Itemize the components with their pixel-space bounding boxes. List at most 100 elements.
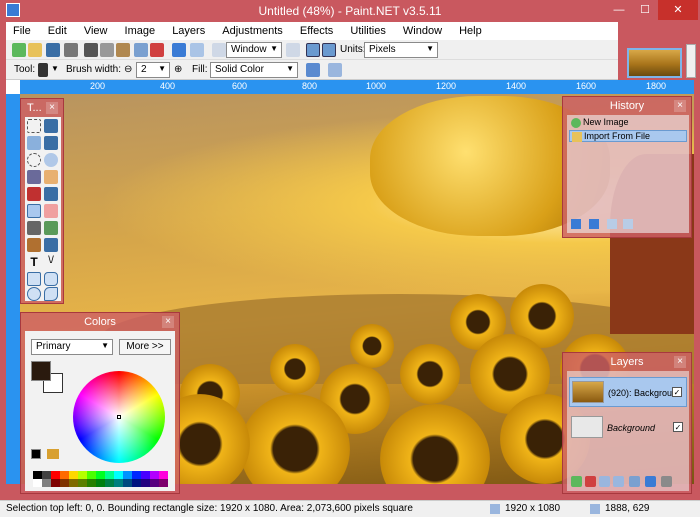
palette-icon[interactable] (47, 449, 59, 459)
rectangle-select-icon[interactable] (27, 119, 41, 133)
palette-swatch[interactable] (78, 471, 87, 479)
palette-swatch[interactable] (150, 479, 159, 487)
menu-layers[interactable]: Layers (165, 22, 212, 37)
palette-swatch[interactable] (69, 479, 78, 487)
eraser-icon[interactable] (44, 204, 58, 218)
palette-swatch[interactable] (42, 479, 51, 487)
line-curve-icon[interactable]: \/ (44, 255, 58, 269)
palette-swatch[interactable] (159, 479, 168, 487)
thumbnail-scrollbar[interactable] (686, 44, 696, 78)
clone-stamp-icon[interactable] (27, 238, 41, 252)
menu-utilities[interactable]: Utilities (343, 22, 392, 37)
delete-layer-icon[interactable] (585, 476, 596, 487)
magic-wand-icon[interactable] (27, 170, 41, 184)
deselect-icon[interactable] (150, 43, 164, 57)
palette-swatch[interactable] (60, 479, 69, 487)
close-icon[interactable]: × (46, 102, 58, 114)
minimize-button[interactable]: — (606, 0, 632, 20)
rulers-icon[interactable] (322, 43, 336, 57)
palette-swatch[interactable] (114, 479, 123, 487)
palette-swatch[interactable] (141, 471, 150, 479)
save-icon[interactable] (46, 43, 60, 57)
layer-visibility-checkbox[interactable]: ✓ (672, 387, 682, 397)
layer-visibility-checkbox[interactable]: ✓ (673, 422, 683, 432)
palette-swatch[interactable] (78, 479, 87, 487)
close-icon[interactable]: × (674, 100, 686, 112)
freeform-shape-icon[interactable] (44, 287, 58, 301)
more-button[interactable]: More >> (119, 339, 171, 355)
close-icon[interactable]: × (162, 316, 174, 328)
palette-swatch[interactable] (105, 479, 114, 487)
grid-icon[interactable] (306, 43, 320, 57)
palette-swatch[interactable] (159, 471, 168, 479)
move-icon[interactable] (44, 119, 58, 133)
palette-swatch[interactable] (123, 479, 132, 487)
menu-window[interactable]: Window (396, 22, 449, 37)
layer-down-icon[interactable] (645, 476, 656, 487)
palette-swatch[interactable] (96, 471, 105, 479)
palette-swatch[interactable] (150, 471, 159, 479)
zoom-mode-select[interactable]: Window ▼ (226, 42, 282, 58)
paint-bucket-icon[interactable] (27, 187, 41, 201)
palette-swatch[interactable] (141, 479, 150, 487)
text-icon[interactable]: T (27, 255, 41, 269)
rectangle-icon[interactable] (27, 272, 41, 286)
color-wheel-cursor[interactable] (117, 415, 121, 419)
rewind-icon[interactable] (571, 219, 581, 229)
color-wheel[interactable] (73, 371, 165, 463)
cut-icon[interactable] (84, 43, 98, 57)
redo-icon[interactable] (607, 219, 617, 229)
palette-swatch[interactable] (132, 471, 141, 479)
zoom-out-icon[interactable] (212, 43, 226, 57)
add-layer-icon[interactable] (571, 476, 582, 487)
layer-row[interactable]: Background ✓ (569, 413, 687, 443)
layer-up-icon[interactable] (629, 476, 640, 487)
paintbrush-icon[interactable] (38, 63, 48, 77)
menu-edit[interactable]: Edit (41, 22, 74, 37)
palette-swatch[interactable] (51, 471, 60, 479)
palette-swatch[interactable] (60, 471, 69, 479)
move-selection-icon[interactable] (44, 136, 58, 150)
menu-file[interactable]: File (6, 22, 38, 37)
palette-swatch[interactable] (87, 471, 96, 479)
pan-icon[interactable] (44, 170, 58, 184)
decrease-icon[interactable]: ⊖ (124, 64, 132, 75)
chevron-down-icon[interactable]: ▼ (51, 64, 59, 73)
layer-properties-icon[interactable] (661, 476, 672, 487)
paintbrush-icon[interactable] (27, 204, 41, 218)
palette-swatch[interactable] (87, 479, 96, 487)
palette-swatch[interactable] (69, 471, 78, 479)
pencil-icon[interactable] (27, 221, 41, 235)
fast-forward-icon[interactable] (623, 219, 633, 229)
duplicate-layer-icon[interactable] (599, 476, 610, 487)
merge-layer-icon[interactable] (613, 476, 624, 487)
palette-swatch[interactable] (42, 471, 51, 479)
menu-view[interactable]: View (77, 22, 115, 37)
history-item[interactable]: New Image (569, 117, 687, 129)
antialias-icon[interactable] (306, 63, 320, 77)
menu-effects[interactable]: Effects (293, 22, 340, 37)
history-item-selected[interactable]: Import From File (569, 130, 687, 142)
color-mode-select[interactable]: Primary ▼ (31, 339, 113, 355)
open-icon[interactable] (28, 43, 42, 57)
lasso-icon[interactable] (27, 136, 41, 150)
layer-row-selected[interactable]: (920): Background ✓ (569, 377, 687, 407)
color-picker-icon[interactable] (44, 221, 58, 235)
menu-adjustments[interactable]: Adjustments (215, 22, 290, 37)
palette-swatch[interactable] (114, 471, 123, 479)
brush-width-select[interactable]: 2 ▼ (136, 62, 170, 78)
ellipse-select-icon[interactable] (27, 153, 41, 167)
palette-swatch[interactable] (96, 479, 105, 487)
palette-swatch[interactable] (105, 471, 114, 479)
palette-swatch[interactable] (33, 471, 42, 479)
crop-icon[interactable] (134, 43, 148, 57)
zoom-icon[interactable] (44, 153, 58, 167)
image-thumbnail[interactable] (627, 48, 682, 78)
ellipse-icon[interactable] (27, 287, 41, 301)
recolor-icon[interactable] (44, 238, 58, 252)
gradient-icon[interactable] (44, 187, 58, 201)
redo-icon[interactable] (190, 43, 204, 57)
maximize-button[interactable]: ☐ (632, 0, 658, 20)
palette-swatch[interactable] (33, 479, 42, 487)
zoom-in-icon[interactable] (286, 43, 300, 57)
